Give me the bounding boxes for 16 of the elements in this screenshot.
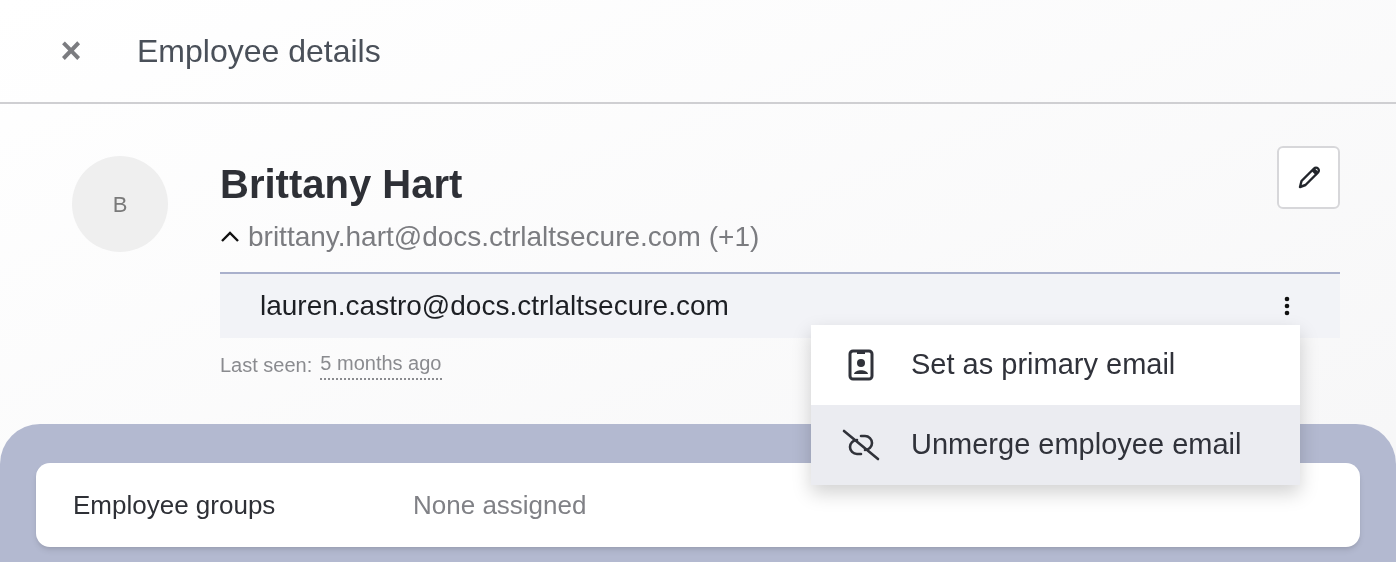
primary-email: brittany.hart@docs.ctrlaltsecure.com bbox=[248, 220, 701, 254]
last-seen-label: Last seen: bbox=[220, 353, 313, 378]
avatar: B bbox=[72, 156, 168, 252]
id-badge-icon bbox=[848, 349, 874, 381]
menu-item[interactable]: Unmerge employee email bbox=[811, 405, 1300, 485]
extra-email-count: (+1) bbox=[708, 220, 760, 254]
close-button[interactable]: × bbox=[57, 33, 85, 69]
secondary-email: lauren.castro@docs.ctrlaltsecure.com bbox=[260, 289, 729, 323]
menu-item[interactable]: Set as primary email bbox=[811, 325, 1300, 405]
detail-label: Employee groups bbox=[73, 488, 277, 522]
edit-button[interactable] bbox=[1277, 146, 1340, 209]
panel-title: Employee details bbox=[137, 32, 381, 71]
unlink-icon bbox=[841, 428, 881, 462]
employee-name: Brittany Hart bbox=[220, 161, 463, 208]
detail-value: None assigned bbox=[413, 488, 587, 522]
more-options-icon[interactable] bbox=[1284, 296, 1290, 316]
